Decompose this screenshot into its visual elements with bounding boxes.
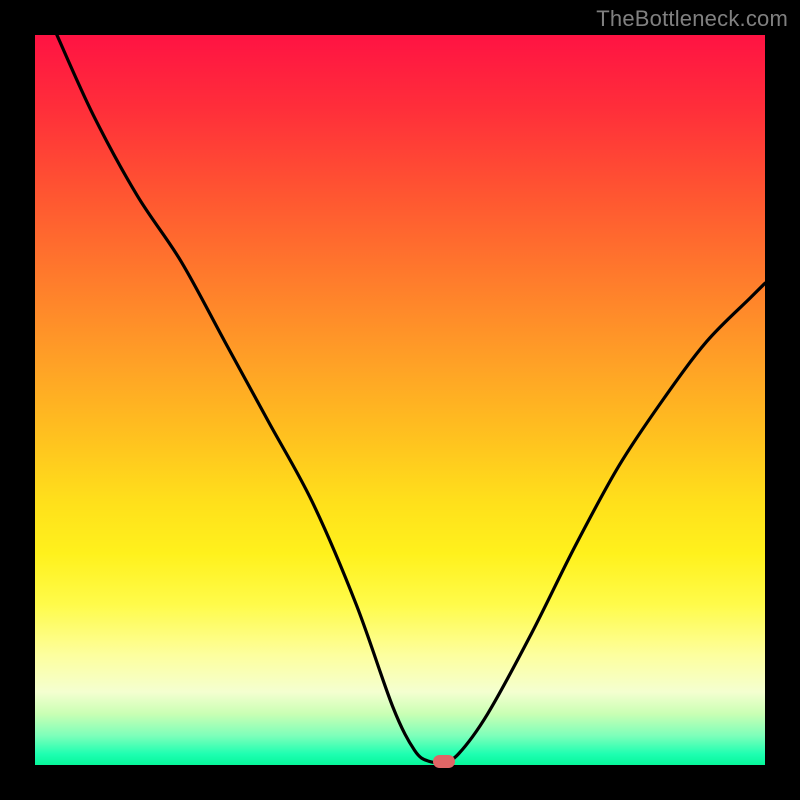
watermark-text: TheBottleneck.com [596,6,788,32]
chart-frame: TheBottleneck.com [0,0,800,800]
bottleneck-curve [35,35,765,765]
optimal-point-marker [433,755,455,768]
plot-area [35,35,765,765]
